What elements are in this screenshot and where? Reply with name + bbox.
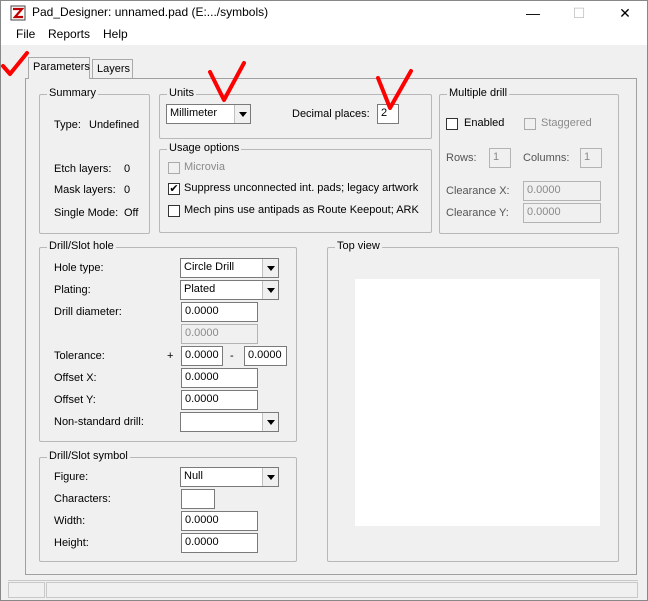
- height-label: Height:: [54, 537, 89, 549]
- clearance-y-label: Clearance Y:: [446, 207, 509, 219]
- drill-diameter-secondary-input[interactable]: 0.0000: [181, 324, 258, 344]
- decimal-places-label: Decimal places:: [292, 108, 370, 120]
- top-view-title: Top view: [335, 240, 382, 252]
- offset-x-input[interactable]: 0.0000: [181, 368, 258, 388]
- height-input[interactable]: 0.0000: [181, 533, 258, 553]
- tab-layers-label: Layers: [97, 63, 131, 75]
- minimize-icon: —: [526, 5, 540, 21]
- tolerance-minus-sign: -: [230, 350, 234, 362]
- pad-designer-app-icon: [10, 5, 26, 21]
- type-value: Undefined: [89, 119, 140, 131]
- characters-label: Characters:: [54, 493, 111, 505]
- rows-label: Rows:: [446, 152, 477, 164]
- usage-options-title: Usage options: [167, 142, 242, 154]
- menu-reports[interactable]: Reports: [48, 27, 90, 41]
- check-icon: ✔: [169, 183, 179, 195]
- microvia-checkbox[interactable]: [168, 162, 180, 174]
- columns-input[interactable]: 1: [580, 148, 602, 168]
- decimal-places-input[interactable]: 2: [377, 104, 399, 124]
- clearance-x-input[interactable]: 0.0000: [523, 181, 601, 201]
- staggered-label: Staggered: [541, 117, 592, 129]
- chevron-down-icon: [262, 259, 278, 277]
- chevron-down-icon: [234, 105, 250, 123]
- clearance-y-input[interactable]: 0.0000: [523, 203, 601, 223]
- tolerance-minus-input[interactable]: 0.0000: [244, 346, 287, 366]
- plating-value: Plated: [184, 283, 216, 295]
- offset-y-input[interactable]: 0.0000: [181, 390, 258, 410]
- characters-input[interactable]: [181, 489, 215, 509]
- menu-bar: [1, 25, 647, 45]
- tab-layers[interactable]: Layers: [92, 59, 133, 79]
- figure-value: Null: [184, 470, 203, 482]
- drill-diameter-label: Drill diameter:: [54, 306, 122, 318]
- width-label: Width:: [54, 515, 86, 527]
- single-mode-label: Single Mode:: [54, 207, 119, 219]
- units-title: Units: [167, 87, 197, 99]
- drill-diameter-input[interactable]: 0.0000: [181, 302, 258, 322]
- hole-type-label: Hole type:: [54, 262, 104, 274]
- microvia-label: Microvia: [184, 161, 225, 173]
- units-select[interactable]: Millimeter: [166, 104, 251, 124]
- tolerance-plus-sign: +: [167, 350, 174, 362]
- chevron-down-icon: [262, 468, 278, 486]
- non-standard-drill-label: Non-standard drill:: [54, 416, 144, 428]
- columns-label: Columns:: [523, 152, 570, 164]
- chevron-down-icon: [262, 281, 278, 299]
- suppress-unconnected-label: Suppress unconnected int. pads; legacy a…: [184, 182, 419, 194]
- maximize-button[interactable]: ☐: [556, 1, 602, 25]
- tolerance-plus-input[interactable]: 0.0000: [181, 346, 223, 366]
- rows-input[interactable]: 1: [489, 148, 511, 168]
- units-selected-value: Millimeter: [170, 107, 218, 119]
- summary-title: Summary: [47, 87, 99, 99]
- hole-type-value: Circle Drill: [184, 261, 235, 273]
- figure-select[interactable]: Null: [180, 467, 279, 487]
- close-button[interactable]: ✕: [602, 1, 648, 25]
- plating-select[interactable]: Plated: [180, 280, 279, 300]
- offset-y-label: Offset Y:: [54, 394, 96, 406]
- suppress-unconnected-checkbox[interactable]: ✔: [168, 183, 180, 195]
- clearance-x-label: Clearance X:: [446, 185, 510, 197]
- etch-layers-value: 0: [124, 163, 131, 175]
- status-segment-2: [46, 582, 638, 598]
- non-standard-drill-select[interactable]: [180, 412, 279, 432]
- chevron-down-icon: [262, 413, 278, 431]
- mask-layers-label: Mask layers:: [54, 184, 116, 196]
- maximize-icon: ☐: [572, 4, 586, 21]
- tab-parameters[interactable]: Parameters: [28, 57, 90, 79]
- etch-layers-label: Etch layers:: [54, 163, 112, 175]
- tab-parameters-label: Parameters: [33, 61, 90, 73]
- enabled-checkbox[interactable]: [446, 118, 458, 130]
- type-label: Type:: [54, 119, 81, 131]
- width-input[interactable]: 0.0000: [181, 511, 258, 531]
- mech-pins-checkbox[interactable]: [168, 205, 180, 217]
- mech-pins-label: Mech pins use antipads as Route Keepout;…: [184, 204, 419, 216]
- enabled-label: Enabled: [464, 117, 505, 129]
- staggered-checkbox[interactable]: [524, 118, 536, 130]
- close-icon: ✕: [619, 4, 631, 21]
- single-mode-value: Off: [124, 207, 139, 219]
- menu-file[interactable]: File: [16, 27, 35, 41]
- drill-slot-hole-title: Drill/Slot hole: [47, 240, 116, 252]
- minimize-button[interactable]: —: [510, 1, 556, 25]
- window-title: Pad_Designer: unnamed.pad (E:.../symbols…: [32, 5, 269, 19]
- hole-type-select[interactable]: Circle Drill: [180, 258, 279, 278]
- tolerance-label: Tolerance:: [54, 350, 105, 362]
- multiple-drill-title: Multiple drill: [447, 87, 510, 99]
- drill-slot-symbol-title: Drill/Slot symbol: [47, 450, 130, 462]
- menu-help[interactable]: Help: [103, 27, 128, 41]
- offset-x-label: Offset X:: [54, 372, 97, 384]
- figure-label: Figure:: [54, 471, 89, 483]
- status-segment-1: [8, 582, 45, 598]
- mask-layers-value: 0: [124, 184, 131, 196]
- top-view-canvas[interactable]: [355, 279, 600, 526]
- plating-label: Plating:: [54, 284, 91, 296]
